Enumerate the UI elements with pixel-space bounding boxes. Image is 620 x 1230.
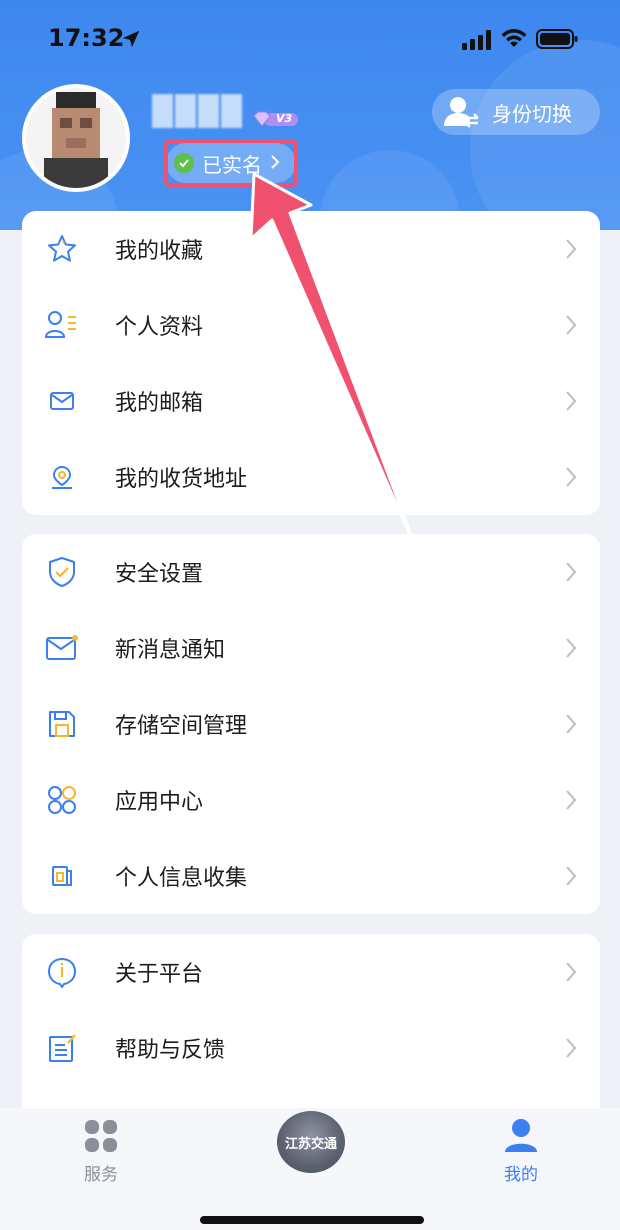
highlight-annotation-box <box>164 139 298 187</box>
tab-mine[interactable]: 我的 <box>496 1118 546 1185</box>
chevron-right-icon <box>566 391 577 411</box>
menu-item-personal-info-collection[interactable]: 个人信息收集 <box>22 838 600 914</box>
star-icon <box>44 231 80 267</box>
chevron-right-icon <box>566 239 577 259</box>
save-icon <box>44 706 80 742</box>
chevron-right-icon <box>566 1038 577 1058</box>
profile-header: 17:32 V3 已实名 身份切换 <box>0 0 620 230</box>
center-logo-text: 江苏交通 <box>284 1136 337 1152</box>
location-icon <box>44 459 80 495</box>
menu-card-settings: 安全设置 新消息通知 存储空间管理 应用中心 个人信息收集 <box>22 534 600 914</box>
menu-item-label: 个人资料 <box>115 315 204 340</box>
chevron-right-icon <box>566 962 577 982</box>
tab-label: 服务 <box>84 1165 118 1185</box>
chevron-right-icon <box>566 866 577 886</box>
menu-item-help-feedback[interactable]: 帮助与反馈 <box>22 1010 600 1086</box>
cellular-signal-icon <box>462 30 491 50</box>
apps-icon <box>44 782 80 818</box>
chevron-right-icon <box>566 714 577 734</box>
vip-level: V3 <box>276 112 293 125</box>
shield-icon <box>44 554 80 590</box>
chevron-right-icon <box>566 562 577 582</box>
notification-mail-icon <box>44 630 80 666</box>
chevron-right-icon <box>566 315 577 335</box>
menu-item-label: 安全设置 <box>115 562 204 587</box>
info-icon <box>44 954 80 990</box>
chevron-right-icon <box>566 467 577 487</box>
center-app-logo[interactable]: 江苏交通 <box>277 1111 345 1173</box>
feedback-icon <box>44 1030 80 1066</box>
user-switch-icon <box>444 97 479 128</box>
profile-icon <box>44 307 80 343</box>
menu-item-label: 存储空间管理 <box>115 714 248 739</box>
menu-card-account: 我的收藏 个人资料 我的邮箱 我的收货地址 <box>22 211 600 515</box>
battery-icon <box>536 29 578 49</box>
menu-item-label: 我的邮箱 <box>115 391 204 416</box>
document-icon <box>44 858 80 894</box>
user-icon <box>505 1119 537 1152</box>
chevron-right-icon <box>566 790 577 810</box>
menu-item-label: 应用中心 <box>115 790 204 815</box>
status-time: 17:32 <box>48 24 125 52</box>
menu-item-label: 关于平台 <box>115 962 204 987</box>
menu-item-shipping-address[interactable]: 我的收货地址 <box>22 439 600 515</box>
home-indicator <box>200 1216 424 1224</box>
menu-item-storage-management[interactable]: 存储空间管理 <box>22 686 600 762</box>
status-bar: 17:32 <box>0 0 620 80</box>
menu-item-new-message-notification[interactable]: 新消息通知 <box>22 610 600 686</box>
avatar[interactable] <box>22 84 130 192</box>
menu-item-mailbox[interactable]: 我的邮箱 <box>22 363 600 439</box>
clover-icon <box>85 1120 117 1152</box>
location-arrow-icon <box>122 30 140 48</box>
menu-item-label: 新消息通知 <box>115 638 226 663</box>
chevron-right-icon <box>566 638 577 658</box>
tab-label: 我的 <box>504 1165 538 1185</box>
menu-item-app-center[interactable]: 应用中心 <box>22 762 600 838</box>
menu-item-about-platform[interactable]: 关于平台 <box>22 934 600 1010</box>
menu-item-label: 个人信息收集 <box>115 866 248 891</box>
menu-item-favorites[interactable]: 我的收藏 <box>22 211 600 287</box>
switch-identity-button[interactable]: 身份切换 <box>432 89 600 135</box>
username-obscured <box>152 94 242 128</box>
menu-item-profile[interactable]: 个人资料 <box>22 287 600 363</box>
menu-card-about: 关于平台 帮助与反馈 <box>22 934 600 1124</box>
menu-item-label: 帮助与反馈 <box>115 1038 226 1063</box>
menu-item-label: 我的收货地址 <box>115 467 248 492</box>
menu-item-label: 我的收藏 <box>115 239 204 264</box>
tab-services[interactable]: 服务 <box>78 1120 124 1185</box>
switch-identity-label: 身份切换 <box>492 101 572 126</box>
menu-item-security-settings[interactable]: 安全设置 <box>22 534 600 610</box>
mail-icon <box>44 383 80 419</box>
wifi-icon <box>501 29 527 47</box>
